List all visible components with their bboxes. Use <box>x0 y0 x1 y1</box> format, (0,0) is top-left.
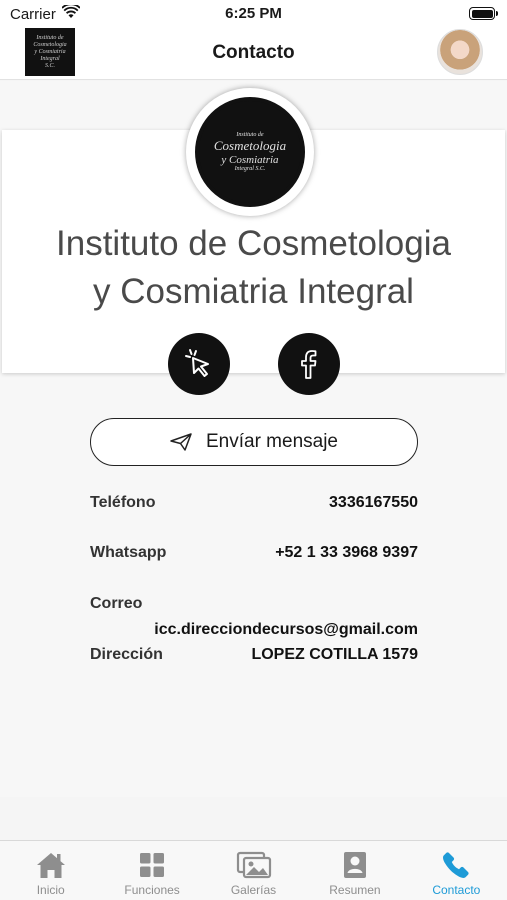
status-time: 6:25 PM <box>225 5 282 22</box>
page-title: Contacto <box>212 42 295 63</box>
tab-funciones[interactable]: Funciones <box>101 841 202 900</box>
battery-icon <box>469 7 498 20</box>
business-name-line: Instituto de Cosmetologia <box>56 224 451 263</box>
profile-logo: Instituto de Cosmetologia y Cosmiatria I… <box>186 88 314 216</box>
tab-label: Funciones <box>124 883 180 897</box>
tab-galerias[interactable]: Galerías <box>203 841 304 900</box>
whatsapp-label: Whatsapp <box>90 544 167 561</box>
grid-icon <box>140 853 165 877</box>
status-bar: Carrier 6:25 PM <box>0 0 507 28</box>
tab-contacto[interactable]: Contacto <box>406 841 507 900</box>
facebook-icon <box>301 350 317 379</box>
profile-logo-line: y Cosmiatria <box>221 154 279 166</box>
tab-label: Resumen <box>329 883 381 897</box>
tab-resumen[interactable]: Resumen <box>304 841 405 900</box>
phone-value[interactable]: 3336167550 <box>329 494 418 512</box>
whatsapp-value[interactable]: +52 1 33 3968 9397 <box>275 544 418 562</box>
address-value[interactable]: LOPEZ COTILLA 1579 <box>251 646 418 664</box>
cursor-click-icon <box>185 349 209 377</box>
email-value[interactable]: icc.direcciondecursos@gmail.com <box>154 621 418 639</box>
tab-label: Contacto <box>432 883 481 897</box>
website-button[interactable] <box>168 333 230 395</box>
tab-label: Inicio <box>36 883 65 897</box>
profile-logo-line: Cosmetologia <box>213 138 287 153</box>
business-name: Instituto de Cosmetologia y Cosmiatria I… <box>2 220 505 316</box>
home-icon <box>36 853 65 878</box>
send-message-button[interactable]: Envíar mensaje <box>90 418 418 466</box>
paper-plane-icon <box>170 433 192 451</box>
header-logo-line: Instituto de <box>36 34 64 41</box>
gallery-icon <box>236 851 271 879</box>
facebook-button[interactable] <box>278 333 340 395</box>
business-name-line: y Cosmiatria Integral <box>93 272 414 311</box>
tab-label: Galerías <box>230 883 277 897</box>
address-label: Dirección <box>90 646 163 663</box>
phone-label: Teléfono <box>90 494 156 511</box>
email-label: Correo <box>90 595 143 612</box>
tab-inicio[interactable]: Inicio <box>0 841 101 900</box>
send-message-label: Envíar mensaje <box>205 431 338 452</box>
tab-bar: Inicio Funciones Galerías Resumen Contac… <box>0 840 507 900</box>
profile-logo-line: Integral S.C. <box>234 166 266 172</box>
phone-icon <box>443 852 469 878</box>
avatar[interactable] <box>437 29 483 75</box>
nav-bar: Instituto de Cosmetologia y Cosmiatria I… <box>0 28 507 80</box>
profile-card-icon <box>343 852 366 878</box>
